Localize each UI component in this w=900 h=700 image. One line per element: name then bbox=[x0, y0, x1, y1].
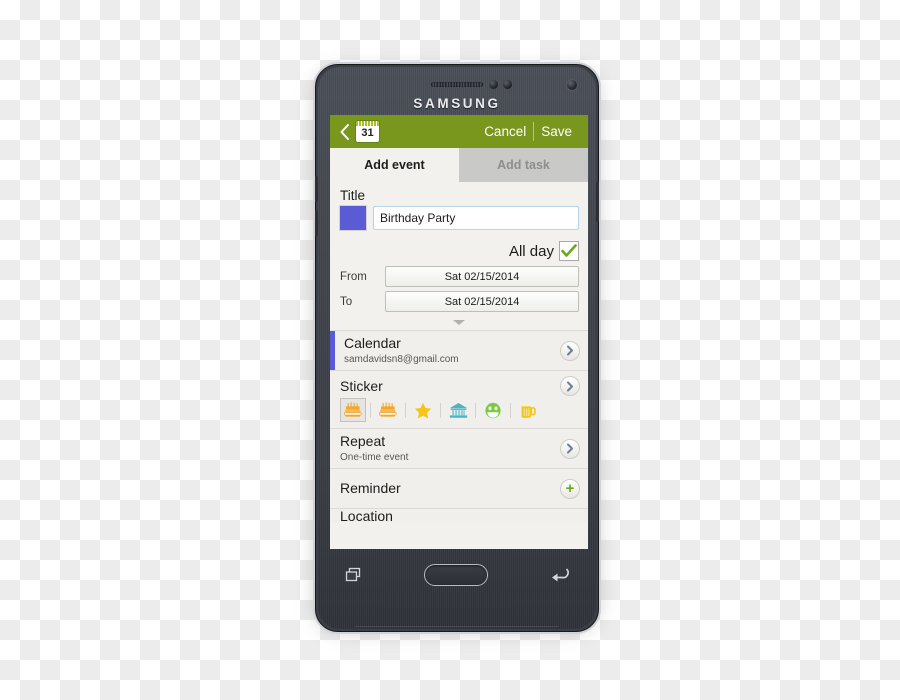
row-reminder[interactable]: Reminder + bbox=[330, 468, 588, 508]
add-reminder-button[interactable]: + bbox=[560, 478, 580, 499]
bottom-seam bbox=[355, 626, 559, 627]
repeat-chevron-button[interactable] bbox=[560, 438, 580, 459]
expand-more-button[interactable] bbox=[330, 316, 588, 330]
chevron-down-icon bbox=[453, 320, 465, 325]
sticker-separator bbox=[405, 402, 406, 418]
back-arrow-icon[interactable] bbox=[550, 566, 570, 584]
checkmark-icon bbox=[561, 244, 577, 257]
all-day-label: All day bbox=[508, 242, 554, 260]
all-day-row: All day bbox=[330, 237, 588, 266]
cancel-button[interactable]: Cancel bbox=[477, 124, 533, 139]
row-calendar[interactable]: Calendar samdavidsn8@gmail.com bbox=[330, 330, 588, 370]
to-date-field[interactable]: Sat 02/15/2014 bbox=[385, 291, 579, 312]
samsung-brand-logo: SAMSUNG bbox=[413, 96, 501, 111]
birthday-cake-icon bbox=[378, 401, 397, 417]
calendar-row-account: samdavidsn8@gmail.com bbox=[344, 353, 459, 365]
row-sticker[interactable]: Sticker bbox=[330, 370, 588, 428]
event-form: Title Birthday Party All day From Sat 02… bbox=[330, 182, 588, 330]
action-bar: 31 Cancel Save bbox=[330, 115, 588, 148]
birthday-cake-icon bbox=[343, 401, 362, 417]
front-camera-icon bbox=[567, 80, 577, 90]
repeat-row-title: Repeat bbox=[340, 433, 386, 449]
row-location[interactable]: Location bbox=[330, 508, 588, 522]
save-button[interactable]: Save bbox=[534, 124, 579, 139]
sticker-chevron-button[interactable] bbox=[560, 376, 580, 396]
reminder-row-title: Reminder bbox=[340, 479, 401, 496]
chevron-right-icon bbox=[567, 443, 573, 454]
star-icon bbox=[414, 402, 432, 418]
location-row-title: Location bbox=[340, 508, 393, 522]
from-date-field[interactable]: Sat 02/15/2014 bbox=[385, 266, 579, 287]
tab-add-event[interactable]: Add event bbox=[330, 148, 459, 182]
calendar-icon[interactable]: 31 bbox=[356, 121, 379, 142]
calendar-icon-rings bbox=[356, 121, 379, 126]
sticker-row-title: Sticker bbox=[340, 378, 383, 394]
tab-add-task[interactable]: Add task bbox=[459, 148, 588, 182]
from-label: From bbox=[340, 270, 367, 283]
recents-icon[interactable] bbox=[344, 566, 362, 584]
reminder-row-text: Reminder bbox=[340, 480, 560, 498]
phone-screen: 31 Cancel Save Add event Add task Title … bbox=[330, 115, 588, 549]
chevron-right-icon bbox=[567, 345, 573, 356]
sticker-smiley-face[interactable] bbox=[480, 398, 506, 422]
speaker-grille bbox=[431, 82, 483, 87]
title-label: Title bbox=[340, 188, 366, 203]
smiley-face-icon bbox=[485, 402, 501, 418]
sticker-separator bbox=[510, 402, 511, 418]
to-label: To bbox=[340, 295, 353, 308]
sticker-star[interactable] bbox=[410, 398, 436, 422]
sticker-separator bbox=[370, 402, 371, 418]
home-button[interactable] bbox=[424, 564, 488, 586]
sticker-separator bbox=[475, 402, 476, 418]
calendar-row-title: Calendar bbox=[344, 335, 401, 351]
sticker-birthday-cake-2[interactable] bbox=[375, 398, 401, 422]
tab-bar: Add event Add task bbox=[330, 148, 588, 182]
all-day-checkbox[interactable] bbox=[559, 241, 579, 261]
title-input[interactable]: Birthday Party bbox=[373, 206, 579, 230]
samsung-phone-frame: SAMSUNG 31 Cancel Save Add event Add tas… bbox=[313, 62, 601, 634]
light-sensor-icon bbox=[503, 80, 512, 89]
row-repeat[interactable]: Repeat One-time event bbox=[330, 428, 588, 468]
sticker-beer-mug[interactable] bbox=[515, 398, 541, 422]
to-row: To Sat 02/15/2014 bbox=[330, 291, 588, 316]
volume-down-button[interactable] bbox=[315, 210, 318, 236]
sticker-bank-building[interactable] bbox=[445, 398, 471, 422]
sticker-row-header: Sticker bbox=[340, 376, 580, 396]
sticker-list bbox=[340, 398, 580, 422]
bank-building-icon bbox=[449, 402, 467, 418]
from-row: From Sat 02/15/2014 bbox=[330, 266, 588, 291]
chevron-right-icon bbox=[567, 381, 573, 391]
navigation-bar bbox=[330, 555, 584, 595]
back-chevron-icon[interactable] bbox=[339, 123, 351, 141]
beer-mug-icon bbox=[521, 402, 536, 418]
event-color-swatch[interactable] bbox=[340, 206, 366, 230]
title-row: Birthday Party bbox=[330, 206, 588, 237]
sticker-birthday-cake-1[interactable] bbox=[340, 398, 366, 422]
sticker-separator bbox=[440, 402, 441, 418]
volume-up-button[interactable] bbox=[315, 176, 318, 202]
calendar-icon-day: 31 bbox=[361, 127, 374, 139]
proximity-sensor-icon bbox=[489, 80, 498, 89]
power-button[interactable] bbox=[596, 182, 599, 222]
calendar-chevron-button[interactable] bbox=[560, 340, 580, 361]
repeat-row-text: Repeat One-time event bbox=[340, 433, 560, 464]
calendar-row-text: Calendar samdavidsn8@gmail.com bbox=[344, 335, 560, 366]
calendar-accent-bar bbox=[330, 331, 335, 370]
repeat-row-value: One-time event bbox=[340, 451, 409, 463]
